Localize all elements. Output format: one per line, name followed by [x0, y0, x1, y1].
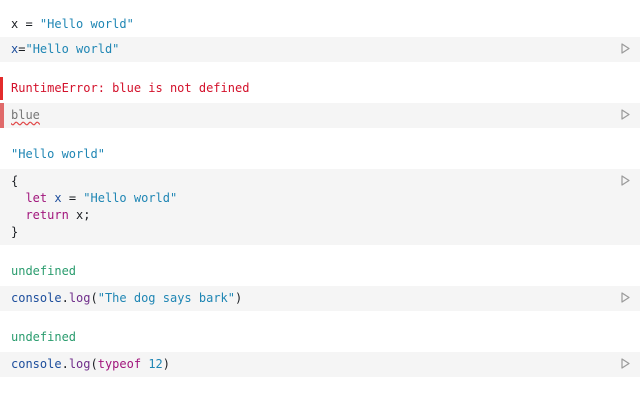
cell-output-error: RuntimeError: blue is not defined [0, 77, 640, 100]
cell-input[interactable]: console.log(typeof 12) [0, 352, 640, 377]
code-paren: ( [90, 357, 98, 371]
output-undefined: undefined [11, 330, 77, 344]
code-operator: = [61, 191, 84, 205]
play-icon[interactable] [621, 175, 630, 186]
code-object: console [11, 357, 62, 371]
code-operator: . [61, 357, 69, 371]
code-paren: ( [90, 291, 98, 305]
code-keyword: typeof [97, 357, 142, 371]
code-text: x; [76, 208, 91, 222]
code-brace: { [11, 174, 19, 188]
notebook-cell: "Hello world" { let x = "Hello world" re… [0, 146, 640, 245]
code-string: "Hello world" [83, 191, 178, 205]
code-paren: ) [235, 291, 243, 305]
code-identifier-error: blue [11, 108, 40, 122]
notebook-cell: RuntimeError: blue is not defined blue [0, 77, 640, 128]
output-string: "Hello world" [39, 17, 134, 31]
notebook-cell: x = "Hello world" x="Hello world" [0, 16, 640, 62]
code-string: "Hello world" [25, 42, 120, 56]
cell-input[interactable]: { let x = "Hello world" return x; } [0, 169, 640, 245]
code-brace: } [11, 225, 19, 239]
cell-output: undefined [0, 263, 640, 280]
cell-input[interactable]: blue [0, 103, 640, 128]
output-undefined: undefined [11, 264, 77, 278]
cell-input[interactable]: console.log("The dog says bark") [0, 286, 640, 311]
code-function: log [68, 291, 91, 305]
cell-output: "Hello world" [0, 146, 640, 163]
play-icon[interactable] [621, 109, 630, 120]
play-icon[interactable] [621, 292, 630, 303]
cell-output: x = "Hello world" [0, 16, 640, 33]
play-icon[interactable] [621, 358, 630, 369]
error-message: RuntimeError: blue is not defined [11, 81, 250, 95]
code-keyword: return [25, 208, 69, 222]
output-string: "Hello world" [11, 147, 105, 161]
code-keyword: let [25, 191, 48, 205]
output-text: x = [11, 17, 40, 31]
cell-output: undefined [0, 329, 640, 346]
notebook-cell: undefined console.log("The dog says bark… [0, 263, 640, 311]
play-icon[interactable] [621, 43, 630, 54]
cell-input[interactable]: x="Hello world" [0, 37, 640, 62]
code-function: log [68, 357, 91, 371]
code-paren: ) [162, 357, 171, 371]
code-object: console [11, 291, 62, 305]
code-number: 12 [148, 357, 163, 371]
code-string: "The dog says bark" [97, 291, 236, 305]
code-variable: x [54, 191, 62, 205]
code-operator: . [61, 291, 69, 305]
notebook-cell: undefined console.log(typeof 12) [0, 329, 640, 377]
